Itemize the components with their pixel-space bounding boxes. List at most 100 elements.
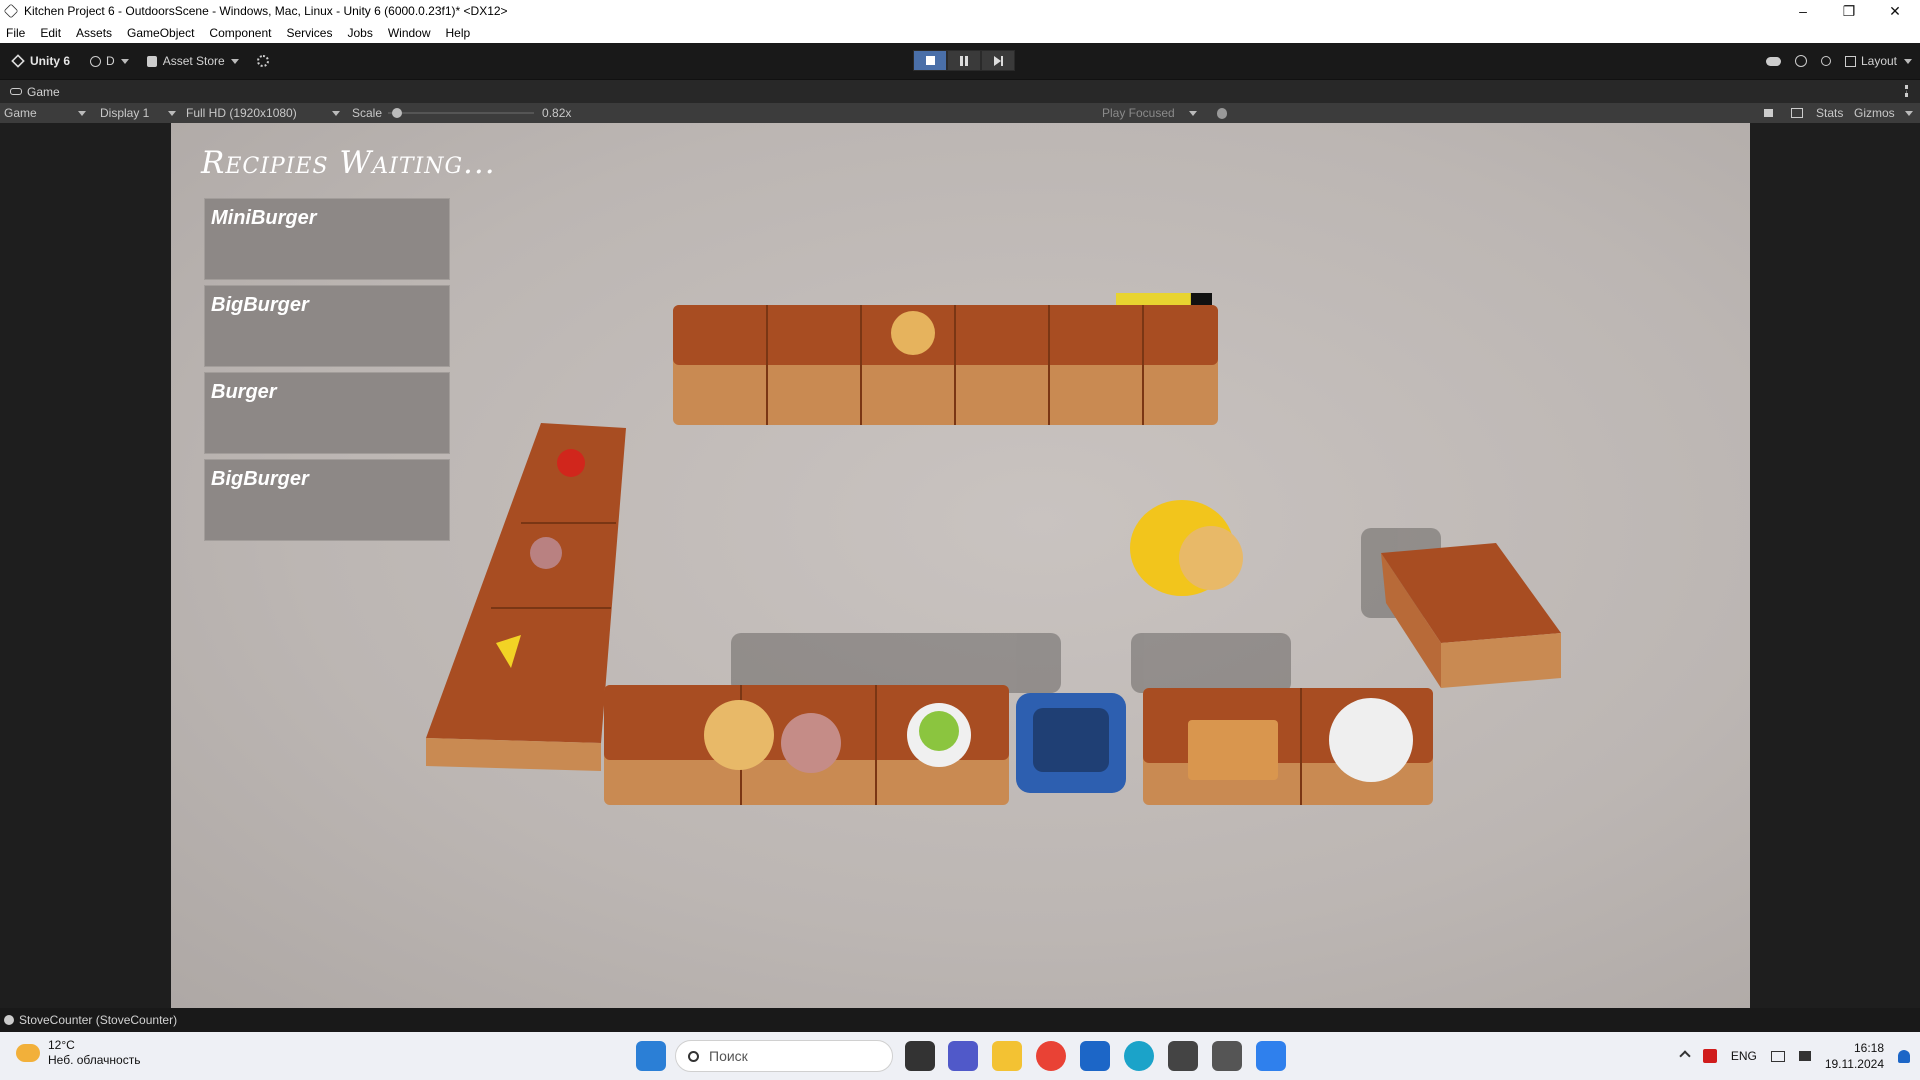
tab-game-label: Game: [27, 84, 60, 99]
editor-tabbar: Game: [0, 79, 1920, 103]
minimize-button[interactable]: –: [1780, 0, 1826, 22]
scale-slider[interactable]: [388, 103, 535, 123]
menu-file[interactable]: File: [6, 26, 25, 40]
info-icon: [4, 1015, 14, 1025]
account-dropdown[interactable]: D: [84, 50, 135, 72]
gizmos-dropdown[interactable]: Gizmos: [1850, 103, 1917, 123]
chevron-up-icon[interactable]: [1679, 1050, 1691, 1062]
taskbar-search[interactable]: Поиск: [675, 1040, 893, 1072]
scale-label: Scale: [352, 106, 383, 120]
windows-start-icon[interactable]: [636, 1041, 666, 1071]
menu-jobs[interactable]: Jobs: [347, 26, 372, 40]
volume-icon[interactable]: [1798, 1051, 1811, 1061]
notification-bell-icon[interactable]: [1898, 1049, 1910, 1063]
menu-assets[interactable]: Assets: [76, 26, 112, 40]
scale-slider-handle[interactable]: [392, 108, 403, 118]
stats-button[interactable]: Stats: [1812, 103, 1847, 123]
view-mode-label: Game: [4, 106, 37, 120]
audio-icon[interactable]: [1760, 103, 1777, 123]
unity-icon: [3, 3, 19, 19]
kitchen-scene: [426, 293, 1561, 805]
chrome-icon[interactable]: [1036, 1041, 1066, 1071]
menu-gameobject[interactable]: GameObject: [127, 26, 194, 40]
menu-help[interactable]: Help: [446, 26, 471, 40]
unity-brand-button[interactable]: Unity 6: [6, 50, 76, 72]
chevron-down-icon: [78, 111, 86, 116]
chevron-down-icon: [1904, 58, 1912, 64]
display-dropdown[interactable]: Display 1: [96, 103, 176, 123]
resolution-dropdown[interactable]: Full HD (1920x1080): [182, 103, 340, 123]
menu-edit[interactable]: Edit: [40, 26, 61, 40]
unity-logo-icon: [11, 54, 25, 68]
resolution-label: Full HD (1920x1080): [186, 106, 297, 120]
chevron-down-icon: [1904, 110, 1913, 116]
aspect-icon[interactable]: [1787, 103, 1807, 123]
status-bar: StoveCounter (StoveCounter): [0, 1008, 1920, 1032]
view-mode-dropdown[interactable]: Game: [0, 103, 90, 123]
tab-game[interactable]: Game: [10, 85, 60, 99]
plate-box: [1381, 543, 1561, 688]
network-icon[interactable]: [1770, 1050, 1785, 1062]
pause-button[interactable]: [947, 50, 981, 71]
chevron-down-icon: [230, 58, 239, 64]
pause-icon: [960, 55, 968, 66]
language-indicator[interactable]: ENG: [1731, 1049, 1757, 1063]
task-view-icon[interactable]: [905, 1041, 935, 1071]
stop-icon: [925, 56, 935, 65]
clock[interactable]: 16:18 19.11.2024: [1825, 1040, 1884, 1072]
stove-progress-bar: [1116, 293, 1212, 305]
display-label: Display 1: [100, 106, 150, 120]
layout-icon: [1844, 55, 1856, 67]
asset-store-label: Asset Store: [162, 54, 225, 68]
chevron-down-icon: [168, 111, 176, 116]
edge-icon[interactable]: [1124, 1041, 1154, 1071]
window-titlebar: Kitchen Project 6 - OutdoorsScene - Wind…: [0, 0, 1920, 22]
unity-hub-icon[interactable]: [1168, 1041, 1198, 1071]
antivirus-icon[interactable]: [1702, 1049, 1717, 1063]
vscode-icon[interactable]: [1256, 1041, 1286, 1071]
bug-icon[interactable]: [1213, 103, 1231, 123]
chevron-down-icon: [120, 58, 129, 64]
services-gear-button[interactable]: [251, 50, 275, 72]
layout-label: Layout: [1860, 54, 1897, 68]
menu-bar: File Edit Assets GameObject Component Se…: [0, 22, 1920, 43]
step-button[interactable]: [981, 50, 1015, 71]
stop-button[interactable]: [913, 50, 947, 71]
tab-menu-icon[interactable]: [1905, 85, 1908, 97]
history-icon[interactable]: [1794, 55, 1807, 67]
system-tray: ENG 16:18 19.11.2024: [1679, 1032, 1910, 1080]
cloud-icon[interactable]: [1765, 56, 1781, 66]
playmode-controls: [913, 50, 1015, 71]
chevron-down-icon: [332, 111, 340, 116]
gizmos-label: Gizmos: [1854, 106, 1895, 120]
window-title: Kitchen Project 6 - OutdoorsScene - Wind…: [24, 4, 508, 18]
account-icon: [90, 55, 102, 67]
search-icon: [688, 1050, 699, 1062]
search-icon[interactable]: [1820, 56, 1831, 66]
store-icon[interactable]: [1080, 1041, 1110, 1071]
weather-icon: [16, 1044, 40, 1062]
weather-desc: Неб. облачность: [48, 1053, 141, 1067]
asset-store-button[interactable]: Asset Store: [141, 50, 245, 72]
play-focused-dropdown[interactable]: Play Focused: [1098, 103, 1201, 123]
menu-component[interactable]: Component: [209, 26, 271, 40]
game-viewport[interactable]: Recipies Waiting... MiniBurger BigBurger…: [171, 123, 1750, 1008]
menu-services[interactable]: Services: [286, 26, 332, 40]
account-label: D: [106, 54, 115, 68]
chevron-down-icon: [1188, 110, 1197, 116]
menu-window[interactable]: Window: [388, 26, 431, 40]
top-counter-row: [673, 305, 1218, 425]
layout-dropdown[interactable]: Layout: [1844, 54, 1912, 68]
maximize-button[interactable]: ❐: [1826, 0, 1872, 22]
status-text[interactable]: StoveCounter (StoveCounter): [19, 1013, 177, 1027]
toolbar-right: Layout: [1765, 43, 1912, 79]
file-explorer-icon[interactable]: [992, 1041, 1022, 1071]
weather-widget[interactable]: 12°C Неб. облачность: [16, 1038, 140, 1068]
unity-editor-icon[interactable]: [1212, 1041, 1242, 1071]
weather-temp: 12°C: [48, 1038, 75, 1052]
teams-icon[interactable]: [948, 1041, 978, 1071]
search-placeholder: Поиск: [709, 1048, 748, 1064]
play-focused-label: Play Focused: [1102, 106, 1175, 120]
clock-date: 19.11.2024: [1824, 1057, 1884, 1071]
close-button[interactable]: ✕: [1872, 0, 1918, 22]
